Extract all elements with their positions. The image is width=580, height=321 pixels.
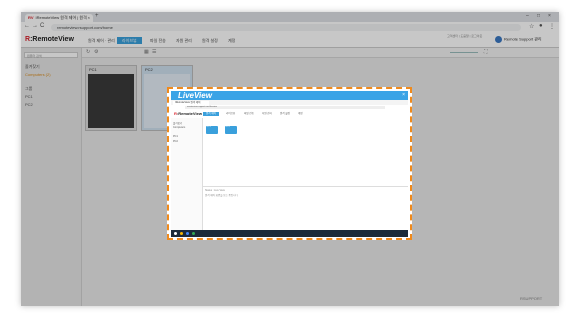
remote-footer: Status : Live View 원격 제어 화면을 보는 중입니다 bbox=[203, 186, 408, 199]
remote-screen[interactable]: IRemoteView 원격 제어 remoteview.rsupport.co… bbox=[171, 100, 408, 237]
remote-menu-item: 계정 bbox=[298, 112, 303, 115]
remote-footer-text2: 원격 제어 화면을 보는 중입니다 bbox=[205, 194, 238, 197]
browser-icon bbox=[186, 232, 189, 235]
remote-url: remoteview.rsupport.com/liveview bbox=[185, 106, 385, 109]
start-icon bbox=[174, 232, 177, 235]
remote-menu-item: 원격 설정 bbox=[280, 112, 290, 115]
remote-sidebar-item: 즐겨찾기 bbox=[173, 122, 183, 125]
app-icon bbox=[192, 232, 195, 235]
remote-main: PC1 PC2 bbox=[203, 118, 408, 230]
remote-card: PC1 bbox=[206, 126, 218, 134]
remote-menu-item: 자원 관리 bbox=[262, 112, 272, 115]
remote-card: PC2 bbox=[225, 126, 237, 134]
folder-icon bbox=[180, 232, 183, 235]
remote-sidebar-item: Computers bbox=[173, 126, 186, 129]
remote-app-logo: R:RemoteView bbox=[174, 111, 202, 116]
liveview-header: LiveView × bbox=[171, 91, 408, 100]
brand-mark: RSUPPORT bbox=[520, 296, 543, 301]
remote-footer-text: Status : Live View bbox=[205, 189, 225, 192]
liveview-close-icon[interactable]: × bbox=[402, 91, 405, 100]
remote-sidebar: 즐겨찾기 Computers PC1 PC2 bbox=[171, 118, 203, 230]
remote-menu-item: 파일 전송 bbox=[244, 112, 254, 115]
remote-menu-item: 라이브뷰 bbox=[226, 112, 236, 115]
remote-menu-item: 원격 제어 bbox=[203, 112, 219, 116]
remote-taskbar bbox=[171, 230, 408, 237]
remote-sidebar-item: PC2 bbox=[173, 140, 178, 143]
liveview-dialog: LiveView × IRemoteView 원격 제어 remoteview.… bbox=[167, 87, 412, 240]
liveview-title: LiveView bbox=[178, 91, 212, 100]
remote-sidebar-item: PC1 bbox=[173, 135, 178, 138]
